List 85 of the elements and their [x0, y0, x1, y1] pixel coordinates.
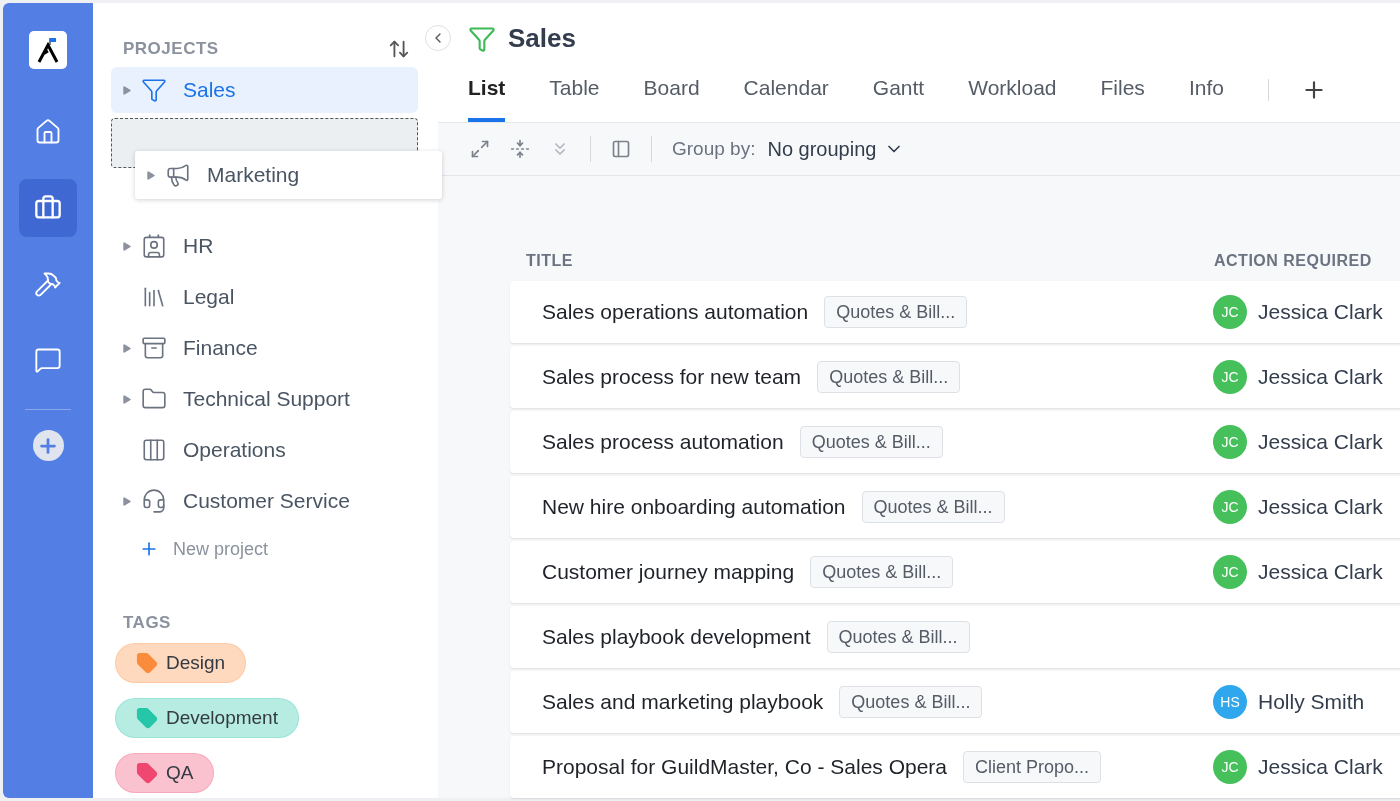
expand-caret-icon[interactable]	[121, 240, 132, 252]
task-row[interactable]: Sales process automation Quotes & Bill... JC Jessica Clark	[510, 411, 1400, 473]
view-tab[interactable]: Table	[549, 76, 600, 122]
avatar: JC	[1213, 555, 1247, 589]
expand-caret-icon	[145, 169, 156, 181]
project-item[interactable]: Customer Service	[111, 478, 418, 524]
group-by-dropdown[interactable]: No grouping	[767, 137, 905, 161]
task-row[interactable]: Sales operations automation Quotes & Bill... JC Jessica Clark	[510, 281, 1400, 343]
sort-icon[interactable]	[388, 38, 410, 60]
task-tag: Quotes & Bill...	[799, 426, 943, 458]
tag-pill[interactable]: Development	[115, 698, 299, 738]
task-title: Sales playbook development	[541, 625, 811, 649]
app-logo[interactable]	[29, 31, 67, 69]
task-row[interactable]: Customer journey mapping Quotes & Bill... JC Jessica Clark	[510, 541, 1400, 603]
expand-icon[interactable]	[470, 139, 490, 159]
column-header: ACTION REQUIRED	[1214, 252, 1372, 270]
tag-pill[interactable]: QA	[115, 753, 215, 793]
task-title: Sales process for new team	[541, 365, 802, 389]
expand-caret-icon[interactable]	[121, 495, 132, 507]
task-tag: Quotes & Bill...	[861, 491, 1005, 523]
expand-caret-icon[interactable]	[121, 393, 132, 405]
task-title: Sales and marketing playbook	[541, 690, 824, 714]
view-tab[interactable]: Workload	[968, 76, 1057, 122]
headset-icon	[141, 488, 167, 514]
task-row[interactable]: Sales process for new team Quotes & Bill... JC Jessica Clark	[510, 346, 1400, 408]
avatar: JC	[1213, 425, 1247, 459]
view-tab[interactable]: Board	[643, 76, 700, 122]
expand-caret-icon[interactable]	[121, 84, 132, 96]
column-header: TITLE	[525, 252, 574, 270]
group-by-label: Group by:	[672, 138, 756, 160]
avatar: HS	[1213, 685, 1247, 719]
project-item[interactable]: Legal	[111, 274, 418, 320]
project-item[interactable]: HR	[111, 223, 418, 269]
task-title: Sales operations automation	[541, 300, 809, 324]
task-row[interactable]: Sales and marketing playbook Quotes & Bill... HS Holly Smith	[510, 671, 1400, 733]
project-item[interactable]: Technical Support	[111, 376, 418, 422]
view-tab[interactable]: List	[468, 76, 506, 122]
section-heading: PROJECTS	[123, 39, 219, 59]
view-tab[interactable]: Calendar	[743, 76, 829, 122]
assignee-name: Jessica Clark	[1258, 430, 1383, 454]
avatar: JC	[1213, 490, 1247, 524]
task-row[interactable]: Sales playbook development Quotes & Bill...	[510, 606, 1400, 668]
avatar: JC	[1213, 360, 1247, 394]
assignee-name: Holly Smith	[1258, 690, 1365, 714]
columns-icon	[141, 437, 167, 463]
add-button[interactable]	[32, 430, 64, 461]
section-heading: TAGS	[123, 613, 171, 632]
filter-icon	[141, 77, 167, 103]
task-title: Customer journey mapping	[541, 560, 795, 584]
assignee-name: Jessica Clark	[1258, 365, 1383, 389]
assignee-name: Jessica Clark	[1258, 495, 1383, 519]
task-title: Sales process automation	[541, 430, 784, 454]
task-title: New hire onboarding automation	[541, 495, 846, 519]
panel-icon[interactable]	[611, 139, 631, 159]
page-title: Sales	[508, 23, 576, 54]
task-tag: Quotes & Bill...	[826, 621, 970, 653]
task-title: Proposal for GuildMaster, Co - Sales Opera	[541, 755, 947, 779]
project-item[interactable]: Finance	[111, 325, 418, 371]
task-row[interactable]: New hire onboarding automation Quotes & Bill... JC Jessica Clark	[510, 476, 1400, 538]
view-tab[interactable]: Info	[1188, 76, 1224, 122]
task-tag: Quotes & Bill...	[817, 361, 961, 393]
filter-icon	[468, 24, 496, 53]
project-item[interactable]: Operations	[111, 427, 418, 473]
avatar: JC	[1213, 295, 1247, 329]
project-item[interactable]: Sales	[111, 67, 418, 113]
assignee-name: Jessica Clark	[1258, 300, 1383, 324]
contact-card-icon	[141, 233, 167, 259]
view-tab[interactable]: Gantt	[872, 76, 925, 122]
megaphone-icon	[165, 162, 191, 188]
dragged-project-item[interactable]: Marketing	[135, 151, 442, 199]
view-tab[interactable]: Files	[1100, 76, 1145, 122]
briefcase-icon[interactable]	[19, 179, 77, 237]
archive-box-icon	[141, 335, 167, 361]
task-tag: Quotes & Bill...	[824, 296, 968, 328]
tag-pill[interactable]: Design	[115, 643, 247, 683]
assignee-name: Jessica Clark	[1258, 560, 1383, 584]
task-tag: Client Propo...	[963, 751, 1102, 783]
assignee-name: Jessica Clark	[1258, 755, 1383, 779]
fold-icon[interactable]	[510, 139, 530, 159]
avatar: JC	[1213, 750, 1247, 784]
task-row[interactable]: Proposal for GuildMaster, Co - Sales Opera Client Propo... JC Jessica Clark	[510, 736, 1400, 798]
logo-icon	[36, 36, 60, 64]
expand-caret-icon[interactable]	[121, 342, 132, 354]
task-tag: Quotes & Bill...	[810, 556, 954, 588]
task-tag: Quotes & Bill...	[839, 686, 983, 718]
